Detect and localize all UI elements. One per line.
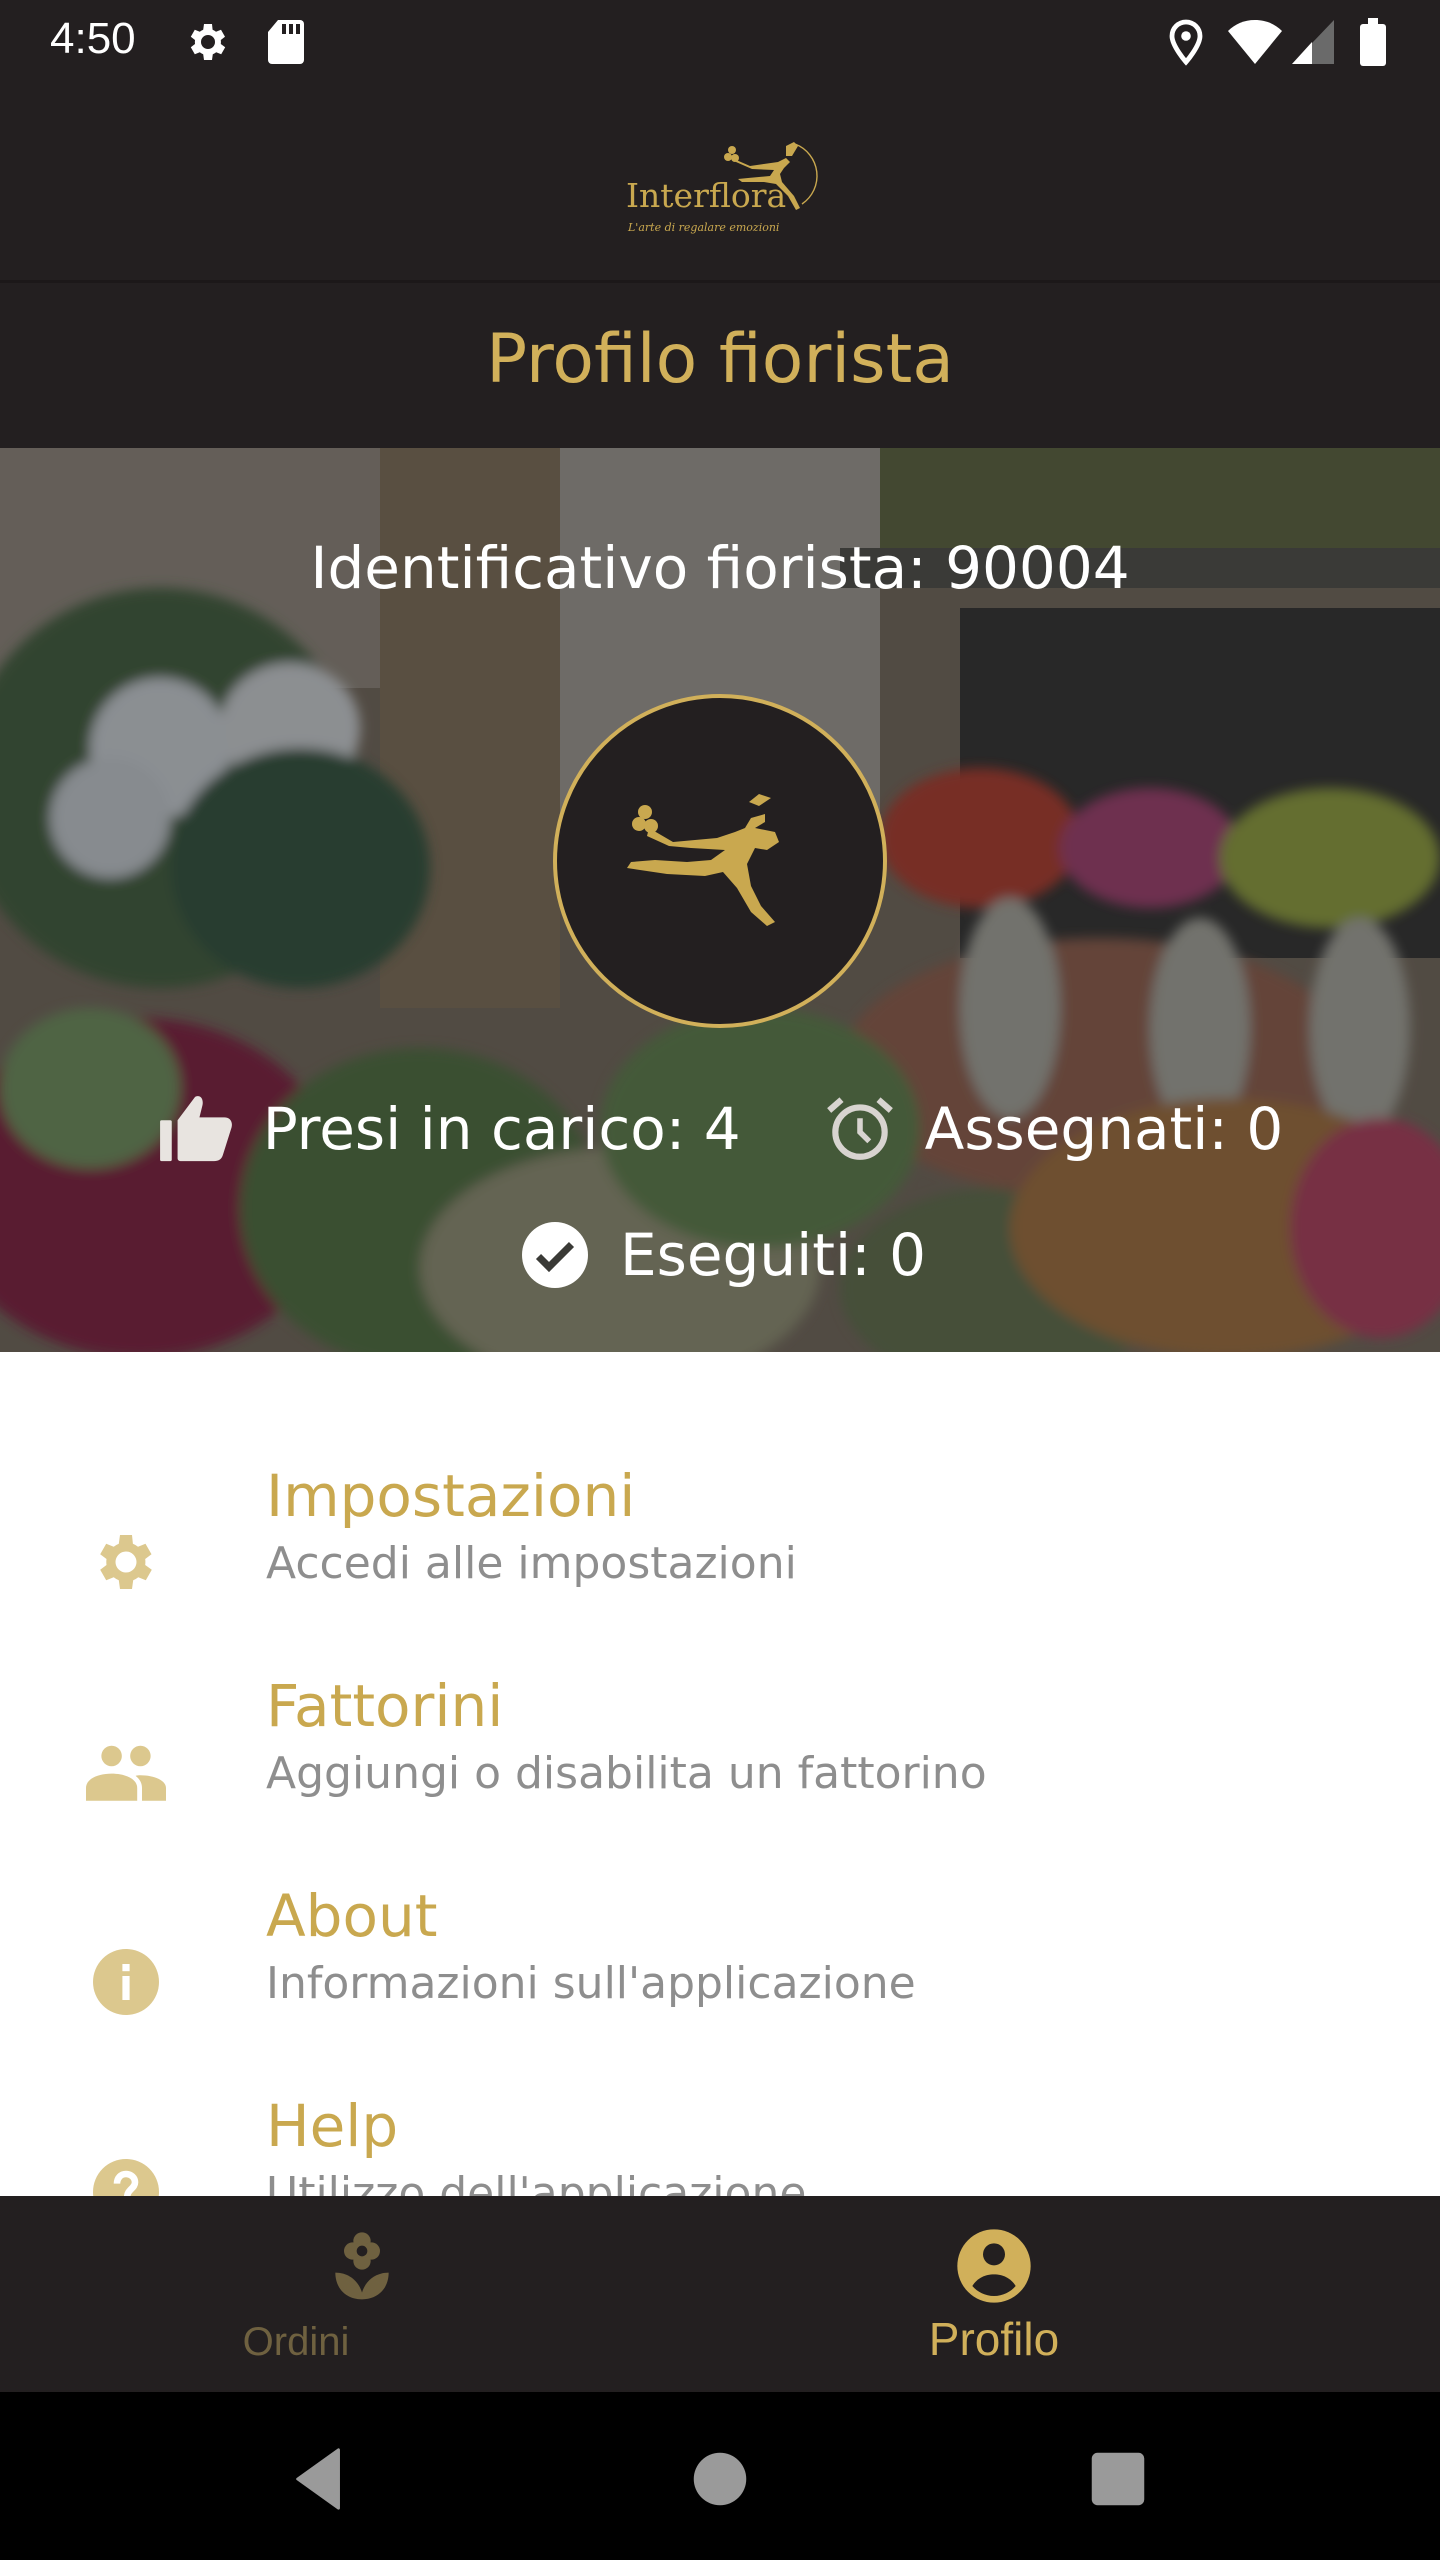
settings-gear-icon: [184, 18, 232, 70]
stat-completed: Eseguiti: 0: [514, 1214, 926, 1296]
settings-icon: [86, 1522, 166, 1602]
menu-item-subtitle: Accedi alle impostazioni: [266, 1538, 797, 1589]
florist-id: Identificativo fiorista: 90004: [310, 534, 1130, 602]
status-bar: 4:50: [0, 0, 1440, 84]
account-circle-icon: [954, 2226, 1034, 2306]
stat-completed-label: Eseguiti: 0: [620, 1221, 926, 1289]
menu-item-subtitle: Aggiungi o disabilita un fattorino: [266, 1748, 987, 1799]
thumbs-up-icon: [157, 1088, 239, 1170]
app-header: Interflora L'arte di regalare emozioni P…: [0, 84, 1440, 448]
help-icon: [86, 2152, 166, 2196]
home-button-icon[interactable]: [685, 2444, 755, 2514]
interflora-logo: Interflora L'arte di regalare emozioni: [620, 134, 820, 244]
header-divider: [0, 280, 1440, 283]
tab-profilo-label: Profilo: [928, 2313, 1060, 2365]
location-icon: [1166, 18, 1206, 70]
stat-assigned: Assegnati: 0: [819, 1088, 1284, 1170]
tab-profilo[interactable]: Profilo: [654, 2196, 1374, 2392]
people-icon: [86, 1732, 166, 1812]
sd-card-icon: [266, 18, 306, 70]
page-title: Profilo fiorista: [486, 320, 954, 399]
bottom-navigation: Ordini Profilo: [0, 2196, 1440, 2392]
stat-taken: Presi in carico: 4: [157, 1088, 741, 1170]
menu-item-impostazioni[interactable]: Impostazioni Accedi alle impostazioni: [0, 1452, 1440, 1662]
stats-row-bottom: Eseguiti: 0: [0, 1214, 1440, 1296]
menu-item-title: Help: [266, 2092, 399, 2160]
menu-item-subtitle: Utilizzo dell'applicazione: [266, 2168, 807, 2196]
logo-tagline: L'arte di regalare emozioni: [628, 221, 780, 234]
menu-item-title: About: [266, 1882, 438, 1950]
battery-icon: [1358, 18, 1388, 70]
logo-wordmark: Interflora: [626, 176, 787, 215]
menu-item-title: Fattorini: [266, 1672, 504, 1740]
info-icon: [86, 1942, 166, 2022]
stats-row-top: Presi in carico: 4 Assegnati: 0: [0, 1088, 1440, 1170]
back-button-icon[interactable]: [286, 2444, 356, 2514]
wifi-icon: [1226, 18, 1284, 70]
signal-icon: [1290, 18, 1336, 70]
stat-taken-label: Presi in carico: 4: [262, 1095, 741, 1163]
flower-icon: [322, 2226, 402, 2306]
recents-button-icon[interactable]: [1083, 2444, 1153, 2514]
system-navigation-bar: [0, 2392, 1440, 2560]
menu-item-subtitle: Informazioni sull'applicazione: [266, 1958, 916, 2009]
profile-menu-list: Impostazioni Accedi alle impostazioni Fa…: [0, 1352, 1440, 2196]
menu-item-about[interactable]: About Informazioni sull'applicazione: [0, 1872, 1440, 2082]
menu-item-title: Impostazioni: [266, 1462, 636, 1530]
tab-ordini-label: Ordini: [242, 2320, 350, 2364]
alarm-clock-icon: [819, 1088, 901, 1170]
mercury-avatar-icon: [627, 794, 779, 926]
check-circle-icon: [514, 1214, 596, 1296]
status-time: 4:50: [50, 14, 136, 63]
profile-hero: Identificativo fiorista: 90004 Presi in …: [0, 448, 1440, 1352]
menu-item-fattorini[interactable]: Fattorini Aggiungi o disabilita un fatto…: [0, 1662, 1440, 1872]
florist-avatar[interactable]: [553, 694, 887, 1028]
menu-item-help[interactable]: Help Utilizzo dell'applicazione: [0, 2082, 1440, 2196]
stat-assigned-label: Assegnati: 0: [924, 1095, 1284, 1163]
